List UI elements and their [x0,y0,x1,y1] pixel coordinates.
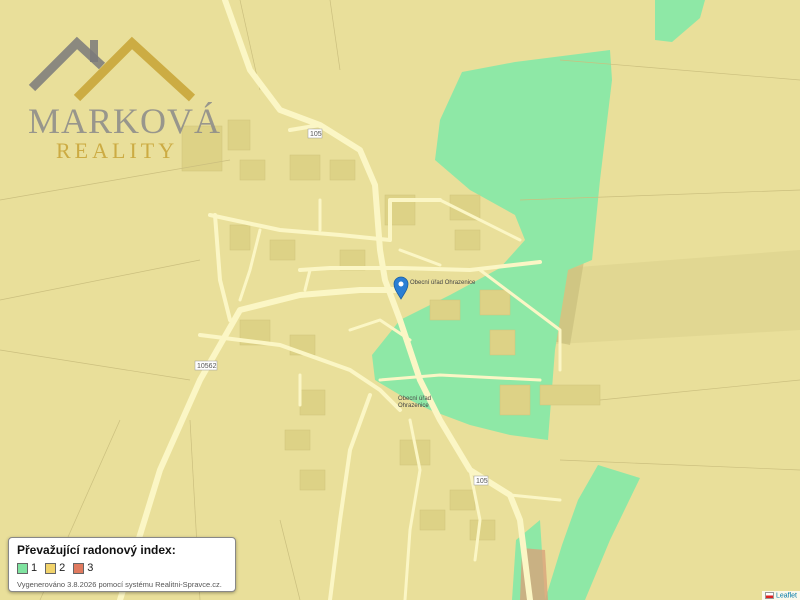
leaflet-attribution[interactable]: Leaflet [762,590,800,600]
legend-item-2: 2 [45,562,65,574]
poi-label-municipal-office: Obecní úřad Ohrazenice [410,280,476,286]
legend-items: 1 2 3 [17,562,227,574]
attribution-link[interactable]: Leaflet [776,592,797,599]
poi-label-village: Ohrazenice [398,403,429,409]
legend-label-1: 1 [31,562,38,574]
legend-label-2: 2 [59,562,66,574]
road-label-105-south: 105 [476,478,488,485]
legend-item-1: 1 [17,562,37,574]
agency-logo: MARKOVÁ REALITY [22,28,222,168]
logo-line-2: REALITY [56,138,179,163]
road-label-10562: 10562 [197,363,217,370]
poi-label-office: Obecní úřad [398,396,431,402]
logo-line-1: MARKOVÁ [28,101,222,141]
legend-swatch-2 [45,562,57,574]
legend-item-3: 3 [73,562,93,574]
legend-swatch-1 [17,562,28,574]
legend-label-3: 3 [87,562,94,574]
legend-swatch-3 [73,562,85,574]
legend-title: Převažující radonový index: [17,543,176,557]
flag-icon [765,591,775,599]
map-legend: Převažující radonový index: 1 2 3 Vygene… [8,537,236,592]
roof-icon [28,36,196,102]
legend-footer: Vygenerováno 3.8.2026 pomocí systému Rea… [17,580,222,589]
road-label-105-north: 105 [310,131,322,138]
